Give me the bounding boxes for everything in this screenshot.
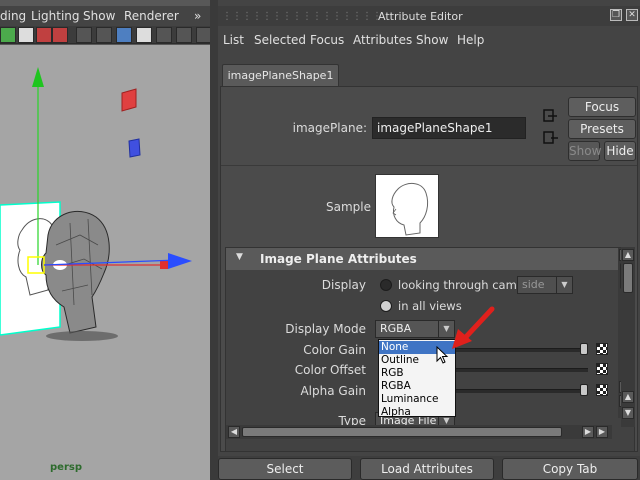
- scroll-right-end-icon[interactable]: ▶: [596, 426, 608, 438]
- radio-in-all-views[interactable]: [380, 300, 392, 312]
- camera-attributes-icon[interactable]: [18, 27, 34, 43]
- y-axis-arrow: [32, 67, 44, 87]
- camera-select-value: side: [522, 278, 545, 291]
- panel-scrollbar-thumb[interactable]: [623, 263, 633, 293]
- sample-label: Sample: [326, 200, 371, 214]
- menu-focus[interactable]: Focus: [310, 33, 344, 47]
- collapse-arrow-icon[interactable]: ▼: [236, 252, 243, 262]
- sample-thumbnail: [375, 174, 439, 238]
- horizontal-scrollbar[interactable]: ◀ ▶ ▶: [226, 425, 612, 439]
- color-offset-slider[interactable]: [456, 368, 588, 372]
- select-camera-icon[interactable]: [0, 27, 16, 43]
- color-offset-label: Color Offset: [294, 363, 366, 377]
- camera-label: persp: [50, 462, 82, 473]
- color-gain-label: Color Gain: [303, 343, 366, 357]
- menu-help[interactable]: Help: [457, 33, 484, 47]
- viewport-toolbar: [0, 26, 210, 44]
- option-luminance[interactable]: Luminance: [379, 393, 455, 406]
- radio-camera-label: looking through camera: [398, 278, 536, 292]
- load-attributes-button[interactable]: Load Attributes: [360, 458, 494, 480]
- smooth-shade-icon[interactable]: [116, 27, 132, 43]
- ae-titlebar: ⋮⋮⋮⋮⋮⋮⋮⋮⋮⋮⋮⋮⋮⋮⋮⋮ Attribute Editor ❐ ✕: [218, 6, 640, 26]
- color-gain-map-icon[interactable]: [596, 343, 608, 355]
- section-title: Image Plane Attributes: [260, 252, 417, 266]
- wireframe-icon[interactable]: [96, 27, 112, 43]
- tab-imageplaneshape1[interactable]: imagePlaneShape1: [222, 64, 339, 86]
- float-window-icon[interactable]: ❐: [610, 9, 622, 21]
- shade-wireframe-icon[interactable]: [136, 27, 152, 43]
- alpha-gain-slider[interactable]: [456, 389, 588, 393]
- image-plane-icon[interactable]: [52, 27, 68, 43]
- bookmark-icon[interactable]: [36, 27, 52, 43]
- show-button[interactable]: Show: [568, 141, 601, 161]
- menu-overflow-icon[interactable]: »: [194, 9, 201, 23]
- menu-selected[interactable]: Selected: [254, 33, 306, 47]
- presets-button[interactable]: Presets: [568, 119, 636, 139]
- scroll-up-icon[interactable]: ▲: [622, 249, 634, 261]
- sample-sketch: [391, 183, 429, 236]
- close-icon[interactable]: ✕: [626, 9, 638, 21]
- scroll-right-icon[interactable]: ▶: [582, 426, 594, 438]
- scroll-up-icon[interactable]: ▲: [622, 391, 634, 403]
- menu-renderer[interactable]: Renderer: [124, 9, 179, 23]
- hide-button[interactable]: Hide: [604, 141, 636, 161]
- menu-shading[interactable]: ding: [0, 9, 26, 23]
- ae-bottom-bar: Select Load Attributes Copy Tab: [218, 456, 640, 480]
- viewport-panel[interactable]: ding Lighting Show Renderer » persp: [0, 0, 210, 480]
- red-plane-handle: [121, 88, 137, 112]
- horizontal-scrollbar-thumb[interactable]: [242, 427, 562, 437]
- grid-icon[interactable]: [76, 27, 92, 43]
- blue-plane-handle: [128, 138, 141, 158]
- mouse-cursor-icon: [436, 346, 449, 364]
- lights-icon[interactable]: [176, 27, 192, 43]
- drag-grip-icon[interactable]: ⋮⋮⋮⋮⋮⋮⋮⋮⋮⋮⋮⋮⋮⋮⋮⋮: [222, 11, 382, 22]
- ae-menubar: List Selected Focus Attributes Show Help: [218, 28, 640, 50]
- option-rgba[interactable]: RGBA: [379, 380, 455, 393]
- option-alpha[interactable]: Alpha: [379, 406, 455, 419]
- color-offset-map-icon[interactable]: [596, 363, 608, 375]
- option-rgb[interactable]: RGB: [379, 367, 455, 380]
- menu-lighting[interactable]: Lighting: [31, 9, 80, 23]
- section-header[interactable]: ▼ Image Plane Attributes: [226, 248, 618, 270]
- neck-base: [46, 331, 118, 341]
- image-plane-label: imagePlane:: [292, 121, 367, 135]
- scene-drawing: [0, 67, 192, 341]
- panel-separator[interactable]: [210, 0, 218, 480]
- scroll-left-icon[interactable]: ◀: [228, 426, 240, 438]
- alpha-gain-map-icon[interactable]: [596, 384, 608, 396]
- menu-list[interactable]: List: [223, 33, 244, 47]
- chevron-down-icon: ▼: [556, 277, 572, 293]
- select-button[interactable]: Select: [218, 458, 352, 480]
- copy-tab-button[interactable]: Copy Tab: [502, 458, 638, 480]
- camera-select-dropdown[interactable]: side ▼: [517, 276, 573, 294]
- divider: [221, 165, 637, 166]
- viewport-menubar: ding Lighting Show Renderer »: [0, 6, 210, 26]
- menu-show[interactable]: Show: [416, 33, 448, 47]
- menu-show[interactable]: Show: [83, 9, 115, 23]
- color-gain-slider-handle[interactable]: [580, 343, 588, 355]
- z-axis-arrow: [168, 253, 192, 269]
- red-arrow-annotation-icon: [452, 306, 495, 349]
- scroll-down-icon[interactable]: ▼: [622, 407, 634, 419]
- focus-button[interactable]: Focus: [568, 97, 636, 117]
- textured-icon[interactable]: [156, 27, 172, 43]
- shadows-icon[interactable]: [196, 27, 210, 43]
- input-connection-icon[interactable]: [543, 109, 559, 123]
- image-plane-name-field[interactable]: imagePlaneShape1: [372, 117, 526, 139]
- display-mode-dropdown[interactable]: RGBA ▼: [375, 320, 455, 338]
- alpha-gain-slider-handle[interactable]: [580, 384, 588, 396]
- alpha-gain-label: Alpha Gain: [300, 384, 366, 398]
- ae-title: Attribute Editor: [378, 10, 463, 23]
- output-connection-icon[interactable]: [543, 131, 559, 145]
- display-label: Display: [321, 278, 366, 292]
- x-axis-handle: [160, 261, 168, 269]
- panel-scrollbar[interactable]: ▲ ▲ ▼: [621, 247, 635, 427]
- display-mode-value: RGBA: [380, 322, 412, 335]
- viewport-scene[interactable]: persp: [0, 45, 210, 480]
- display-mode-label: Display Mode: [285, 322, 366, 336]
- menu-attributes[interactable]: Attributes: [353, 33, 412, 47]
- radio-looking-through-camera[interactable]: [380, 279, 392, 291]
